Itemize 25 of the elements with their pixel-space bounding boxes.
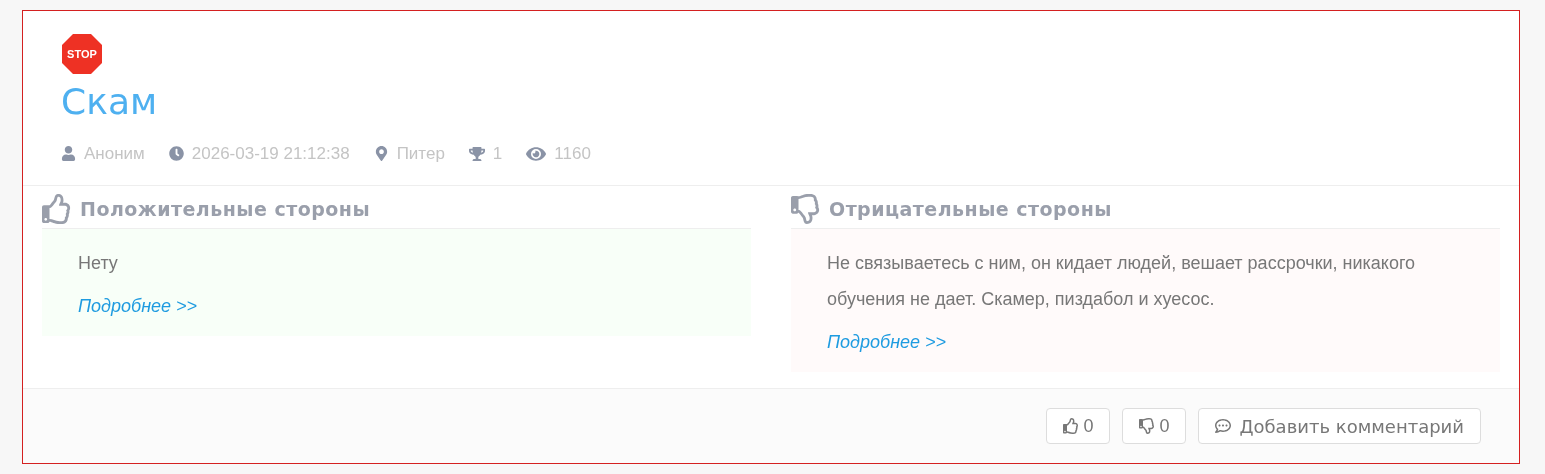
section-heading: Положительные стороны [80,197,371,222]
section-text: Нету [78,251,119,275]
add-comment-button[interactable]: Добавить комментарий [1198,408,1481,444]
thumbs-down-icon [791,193,821,224]
thumbs-down-icon [1139,418,1156,434]
pin-icon [373,146,389,162]
more-link[interactable]: Подробнее >> [827,328,947,356]
user-icon [61,146,76,162]
post-title: Скам [61,80,159,124]
more-link[interactable]: Подробнее >> [78,292,198,320]
stop-sign-icon: STOP [61,33,103,75]
clock-icon [168,146,184,162]
meta-text: Аноним [84,143,145,165]
dislike-button[interactable]: 0 [1122,408,1187,444]
comment-icon [1215,418,1232,434]
meta-text: 2026-03-19 21:12:38 [191,143,350,165]
section-heading: Отрицательные стороны [829,197,1112,222]
meta-text: 1160 [554,143,591,165]
section-text: Не связываетесь с ним, он кидает людей, вешает рассрочки, никакого обучения не дает. Скамер, пиздабол и хуесос. [827,251,1417,311]
trophy-icon [468,145,485,162]
thumbs-up-icon [1063,418,1080,434]
meta-text: Питер [396,143,445,165]
like-button[interactable]: 0 [1046,408,1111,444]
thumbs-up-icon [42,193,72,224]
meta-text: 1 [492,143,503,165]
